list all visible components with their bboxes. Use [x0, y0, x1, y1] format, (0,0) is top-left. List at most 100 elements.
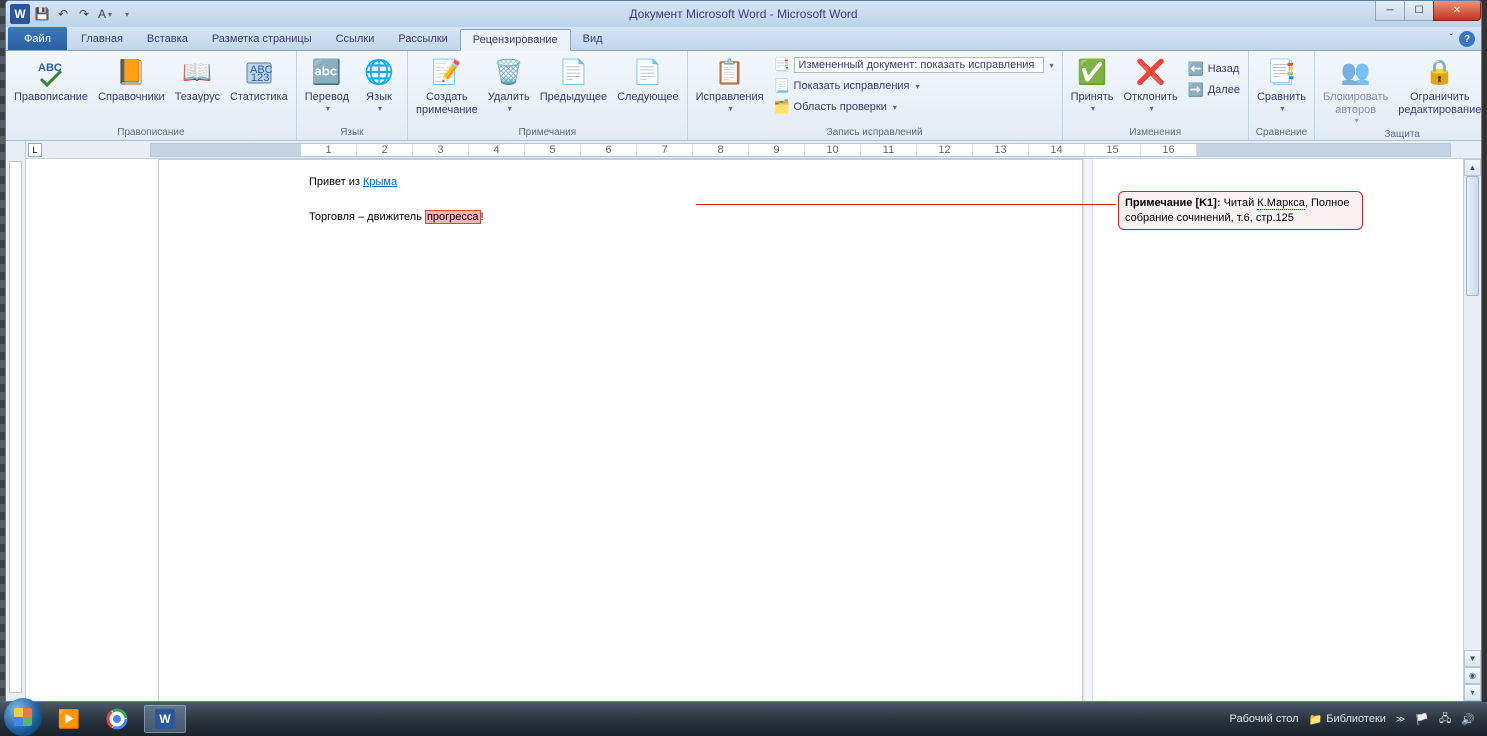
- research-icon: 📙: [115, 57, 147, 89]
- redo-icon[interactable]: ↷: [75, 5, 93, 23]
- language-button[interactable]: 🌐Язык▾: [355, 55, 403, 115]
- hyperlink-crimea[interactable]: Крыма: [363, 176, 397, 188]
- thesaurus-label: Тезаурус: [175, 91, 220, 104]
- compare-label: Сравнить: [1257, 91, 1306, 104]
- vertical-ruler[interactable]: [6, 141, 26, 701]
- desktop-toolbar-label[interactable]: Рабочий стол: [1230, 713, 1299, 725]
- reject-label: Отклонить: [1124, 91, 1178, 104]
- qat-customize-icon[interactable]: ▾: [117, 5, 135, 23]
- restrict-editing-label: Ограничить редактирование: [1398, 91, 1481, 116]
- spelling-button[interactable]: ABCПравописание: [10, 55, 92, 106]
- help-icon[interactable]: ?: [1459, 31, 1475, 47]
- tray-network-icon[interactable]: 🖧: [1439, 710, 1451, 729]
- research-button[interactable]: 📙Справочники: [94, 55, 169, 106]
- scroll-track[interactable]: [1464, 176, 1481, 650]
- spelling-label: Правописание: [14, 91, 88, 104]
- next-page-button[interactable]: ▾: [1464, 684, 1481, 701]
- close-button[interactable]: ✕: [1433, 1, 1481, 21]
- prev-comment-button[interactable]: 📄Предыдущее: [536, 55, 611, 106]
- text-line-1[interactable]: Привет из Крыма: [309, 174, 932, 191]
- minimize-button[interactable]: ─: [1375, 1, 1405, 21]
- track-changes-label: Исправления: [696, 91, 764, 104]
- tab-home[interactable]: Главная: [69, 28, 135, 50]
- show-markup-button[interactable]: 📃Показать исправления▾: [770, 76, 1058, 96]
- tab-layout[interactable]: Разметка страницы: [200, 28, 324, 50]
- thesaurus-icon: 📖: [181, 57, 213, 89]
- track-changes-button[interactable]: 📋Исправления▾: [692, 55, 768, 115]
- thesaurus-button[interactable]: 📖 Тезаурус: [171, 55, 224, 106]
- taskbar-media-icon[interactable]: ▶️: [48, 705, 90, 733]
- prev-comment-label: Предыдущее: [540, 91, 607, 104]
- block-authors-icon: 👥: [1340, 57, 1372, 89]
- translate-button[interactable]: 🔤Перевод▾: [301, 55, 353, 115]
- vertical-scrollbar[interactable]: ▲ ▼ ◉ ▾: [1463, 159, 1481, 701]
- display-for-review-value: Измененный документ: показать исправлени…: [794, 57, 1044, 73]
- reviewing-pane-icon: 🗂️: [774, 99, 790, 115]
- tray-expand-icon[interactable]: ≫: [1396, 714, 1405, 725]
- start-button[interactable]: [4, 698, 42, 736]
- windows-taskbar[interactable]: ▶️ W Рабочий стол 📁 Библиотеки ≫ 🏳️ 🖧 🔊: [0, 702, 1487, 736]
- next-change-label: Далее: [1208, 84, 1240, 96]
- maximize-button[interactable]: ☐: [1404, 1, 1434, 21]
- tray-volume-icon[interactable]: 🔊: [1461, 713, 1475, 726]
- tab-references[interactable]: Ссылки: [324, 28, 387, 50]
- text-line-2[interactable]: Торговля – движитель прогресса!: [309, 209, 932, 226]
- tab-selector-icon[interactable]: L: [28, 143, 42, 157]
- accept-button[interactable]: ✅Принять▾: [1067, 55, 1118, 115]
- taskbar-word-icon[interactable]: W: [144, 705, 186, 733]
- restrict-editing-icon: 🔒: [1424, 57, 1456, 89]
- group-tracking: 📋Исправления▾ 📑Измененный документ: пока…: [688, 51, 1063, 140]
- compare-button[interactable]: 📑Сравнить▾: [1253, 55, 1310, 115]
- word-app-icon[interactable]: W: [10, 4, 30, 24]
- scroll-down-button[interactable]: ▼: [1464, 650, 1481, 667]
- taskbar-chrome-icon[interactable]: [96, 705, 138, 733]
- show-markup-icon: 📃: [774, 78, 790, 94]
- save-icon[interactable]: 💾: [33, 5, 51, 23]
- comment-balloon[interactable]: Примечание [K1]: Читай К.Маркса, Полное …: [1118, 191, 1363, 230]
- ribbon-tabs: Файл Главная Вставка Разметка страницы С…: [6, 27, 1481, 51]
- markup-area-margin: [1083, 159, 1093, 701]
- commented-text[interactable]: прогресса: [425, 210, 481, 224]
- next-change-icon: ➡️: [1188, 82, 1204, 98]
- next-comment-button[interactable]: 📄Следующее: [613, 55, 683, 106]
- next-comment-label: Следующее: [617, 91, 679, 104]
- track-changes-icon: 📋: [714, 57, 746, 89]
- prev-change-button[interactable]: ⬅️Назад: [1184, 59, 1244, 79]
- file-tab[interactable]: Файл: [8, 27, 67, 50]
- ruler-strip: 12345678910111213141516: [150, 143, 1451, 157]
- reject-button[interactable]: ❌Отклонить▾: [1120, 55, 1182, 115]
- word-window: W 💾 ↶ ↷ A▾ ▾ Документ Microsoft Word - M…: [5, 0, 1482, 702]
- tab-insert[interactable]: Вставка: [135, 28, 200, 50]
- delete-comment-button[interactable]: 🗑️Удалить▾: [484, 55, 534, 115]
- font-qat-icon[interactable]: A▾: [96, 5, 114, 23]
- page[interactable]: Привет из Крыма Торговля – движитель про…: [158, 159, 1083, 701]
- wordcount-button[interactable]: ABC123Статистика: [226, 55, 292, 106]
- tray-flag-icon[interactable]: 🏳️: [1415, 713, 1429, 726]
- new-comment-button[interactable]: 📝Создать примечание: [412, 55, 482, 118]
- tab-mailings[interactable]: Рассылки: [386, 28, 459, 50]
- system-tray: Рабочий стол 📁 Библиотеки ≫ 🏳️ 🖧 🔊: [1230, 710, 1483, 729]
- reviewing-pane-button[interactable]: 🗂️Область проверки▾: [770, 97, 1058, 117]
- libraries-toolbar[interactable]: 📁 Библиотеки: [1309, 713, 1386, 726]
- undo-icon[interactable]: ↶: [54, 5, 72, 23]
- horizontal-ruler[interactable]: L 12345678910111213141516: [26, 141, 1481, 159]
- display-icon: 📑: [774, 57, 790, 73]
- ribbon-collapse-icon[interactable]: ˇ: [1450, 33, 1453, 44]
- comment-label: Примечание [K1]:: [1125, 197, 1224, 209]
- restrict-editing-button[interactable]: 🔒Ограничить редактирование: [1394, 55, 1482, 118]
- block-authors-label: Блокировать авторов: [1323, 91, 1388, 116]
- scroll-thumb[interactable]: [1466, 176, 1479, 296]
- prev-change-icon: ⬅️: [1188, 61, 1204, 77]
- group-compare-label: Сравнение: [1253, 125, 1310, 140]
- group-protect: 👥Блокировать авторов▾ 🔒Ограничить редакт…: [1315, 51, 1482, 140]
- reject-icon: ❌: [1135, 57, 1167, 89]
- window-controls: ─ ☐ ✕: [1376, 1, 1481, 21]
- tab-review[interactable]: Рецензирование: [460, 29, 571, 51]
- display-for-review-dropdown[interactable]: 📑Измененный документ: показать исправлен…: [770, 55, 1058, 75]
- tab-view[interactable]: Вид: [571, 28, 615, 50]
- prev-page-button[interactable]: ◉: [1464, 667, 1481, 684]
- next-change-button[interactable]: ➡️ Далее: [1184, 80, 1244, 100]
- group-changes: ✅Принять▾ ❌Отклонить▾ ⬅️Назад ➡️Далее Из…: [1063, 51, 1249, 140]
- document-content[interactable]: Привет из Крыма Торговля – движитель про…: [159, 160, 1082, 225]
- scroll-up-button[interactable]: ▲: [1464, 159, 1481, 176]
